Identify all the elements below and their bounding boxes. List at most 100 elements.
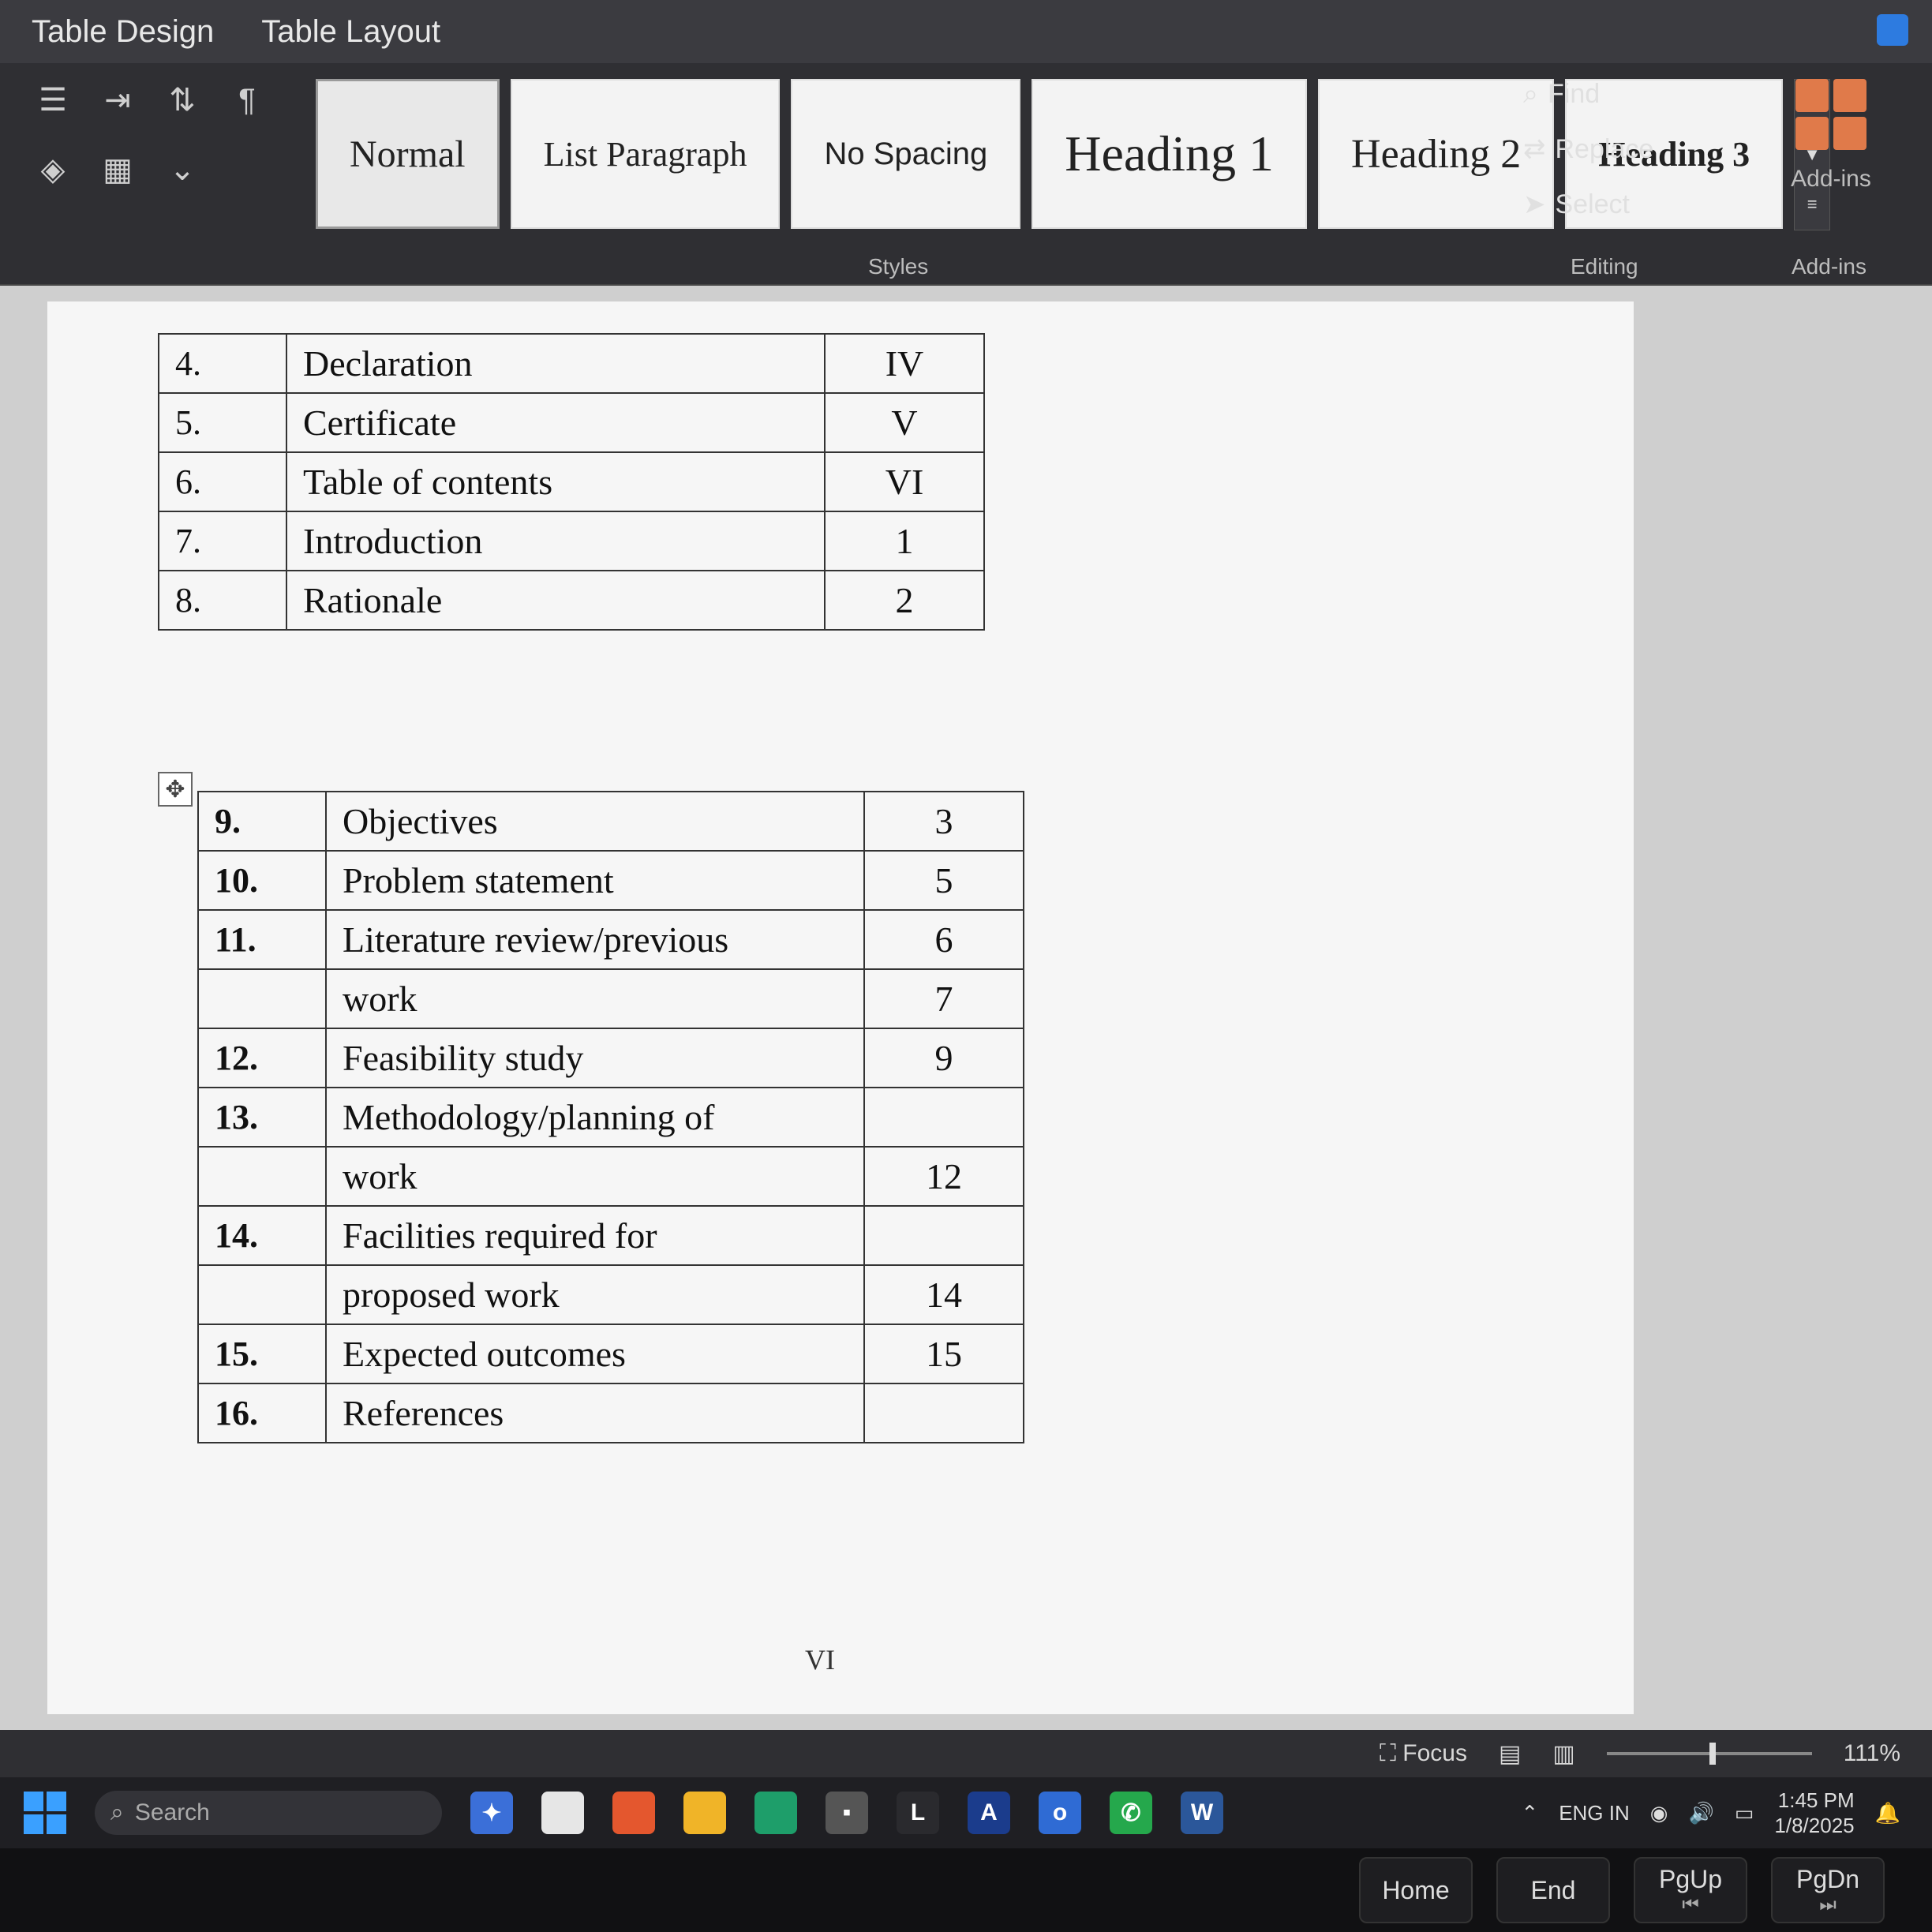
contents-table-1[interactable]: 4. Declaration IV 5. Certificate V 6. Table of … (158, 333, 985, 631)
row-number[interactable] (197, 968, 327, 1029)
pilcrow-icon[interactable]: ¶ (226, 79, 268, 122)
addins-icon[interactable] (1795, 79, 1866, 150)
row-number[interactable]: 16. (197, 1383, 327, 1443)
row-number[interactable]: 6. (158, 451, 287, 512)
row-page[interactable] (863, 1383, 1024, 1443)
chevron-down-icon[interactable]: ⌄ (161, 148, 204, 191)
table-row[interactable]: 4. Declaration IV (158, 333, 985, 394)
zoom-thumb[interactable] (1709, 1743, 1716, 1765)
notification-icon[interactable]: 🔔 (1875, 1801, 1900, 1825)
row-title[interactable]: proposed work (325, 1264, 865, 1325)
tab-table-design[interactable]: Table Design (32, 14, 214, 50)
row-number[interactable] (197, 1146, 327, 1207)
row-title[interactable]: Rationale (286, 570, 826, 631)
table-row[interactable]: 8. Rationale 2 (158, 570, 985, 631)
table-row[interactable]: 6. Table of contents VI (158, 451, 985, 512)
pgup-key[interactable]: PgUp ⏮ (1634, 1857, 1747, 1923)
row-page[interactable]: VI (824, 451, 985, 512)
zoom-level[interactable]: 111% (1844, 1740, 1900, 1767)
print-layout-icon[interactable]: ▤ (1499, 1740, 1521, 1768)
indent-icon[interactable]: ⇥ (96, 79, 139, 122)
windows-start-icon[interactable] (24, 1792, 66, 1834)
bullets-icon[interactable]: ☰ (32, 79, 74, 122)
table-row[interactable]: proposed work 14 (197, 1264, 1024, 1325)
row-page[interactable]: 6 (863, 909, 1024, 970)
row-page[interactable]: V (824, 392, 985, 453)
table-row[interactable]: 7. Introduction 1 (158, 511, 985, 571)
volume-icon[interactable]: 🔊 (1688, 1801, 1713, 1825)
sort-icon[interactable]: ⇅ (161, 79, 204, 122)
file-explorer-icon[interactable] (683, 1792, 726, 1834)
row-title[interactable]: Literature review/previous (325, 909, 865, 970)
row-title[interactable]: Objectives (325, 791, 865, 852)
word-icon[interactable]: W (1181, 1792, 1223, 1834)
row-page[interactable]: 7 (863, 968, 1024, 1029)
table-row[interactable]: 12. Feasibility study 9 (197, 1028, 1024, 1088)
whatsapp-icon[interactable]: ✆ (1110, 1792, 1152, 1834)
row-page[interactable]: IV (824, 333, 985, 394)
table-row[interactable]: 14. Facilities required for (197, 1205, 1024, 1266)
row-title[interactable]: work (325, 968, 865, 1029)
wifi-icon[interactable]: ◉ (1650, 1801, 1668, 1825)
clock[interactable]: 1:45 PM 1/8/2025 (1774, 1788, 1854, 1838)
store-icon[interactable] (612, 1792, 655, 1834)
style-normal[interactable]: Normal (316, 79, 500, 229)
row-number[interactable]: 12. (197, 1028, 327, 1088)
table-row[interactable]: 16. References (197, 1383, 1024, 1443)
row-title[interactable]: Expected outcomes (325, 1324, 865, 1384)
row-number[interactable] (197, 1264, 327, 1325)
replace-button[interactable]: ⇄ Replace (1523, 133, 1720, 165)
task-view-icon[interactable] (541, 1792, 584, 1834)
row-number[interactable]: 8. (158, 570, 287, 631)
select-button[interactable]: ➤ Select (1523, 189, 1720, 220)
tab-table-layout[interactable]: Table Layout (261, 14, 440, 50)
battery-icon[interactable]: ▭ (1735, 1801, 1754, 1825)
row-page[interactable]: 3 (863, 791, 1024, 852)
style-heading-1[interactable]: Heading 1 (1032, 79, 1308, 229)
focus-button[interactable]: ⛶ Focus (1380, 1740, 1467, 1767)
contents-table-2[interactable]: 9. Objectives 3 10. Problem statement 5 11. Lit… (197, 791, 1024, 1443)
language-indicator[interactable]: ENG IN (1559, 1801, 1630, 1825)
row-title[interactable]: Table of contents (286, 451, 826, 512)
pgdn-key[interactable]: PgDn ⏭ (1771, 1857, 1885, 1923)
row-number[interactable]: 14. (197, 1205, 327, 1266)
home-key[interactable]: Home (1359, 1857, 1473, 1923)
edge-icon[interactable] (754, 1792, 797, 1834)
copilot-icon[interactable]: ✦ (470, 1792, 513, 1834)
row-number[interactable]: 4. (158, 333, 287, 394)
borders-icon[interactable]: ▦ (96, 148, 139, 191)
table-move-handle-icon[interactable]: ✥ (158, 772, 193, 807)
table-row[interactable]: 11. Literature review/previous 6 (197, 909, 1024, 970)
style-heading-2[interactable]: Heading 2 (1318, 79, 1555, 229)
row-number[interactable]: 11. (197, 909, 327, 970)
table-row[interactable]: 10. Problem statement 5 (197, 850, 1024, 911)
row-page[interactable]: 1 (824, 511, 985, 571)
row-page[interactable]: 15 (863, 1324, 1024, 1384)
row-title[interactable]: Facilities required for (325, 1205, 865, 1266)
web-layout-icon[interactable]: ▥ (1552, 1740, 1574, 1768)
row-title[interactable]: Problem statement (325, 850, 865, 911)
style-list-paragraph[interactable]: List Paragraph (510, 79, 781, 229)
row-title[interactable]: Introduction (286, 511, 826, 571)
row-title[interactable]: References (325, 1383, 865, 1443)
ribbon-options-button[interactable] (1877, 14, 1908, 46)
row-page[interactable]: 2 (824, 570, 985, 631)
row-page[interactable] (863, 1205, 1024, 1266)
table-row[interactable]: work 12 (197, 1146, 1024, 1207)
document-page[interactable]: 4. Declaration IV 5. Certificate V 6. Table of … (47, 301, 1634, 1714)
chevron-up-icon[interactable]: ⌃ (1521, 1801, 1538, 1825)
row-number[interactable]: 13. (197, 1087, 327, 1148)
row-page[interactable]: 9 (863, 1028, 1024, 1088)
table-row[interactable]: 9. Objectives 3 (197, 791, 1024, 852)
row-number[interactable]: 10. (197, 850, 327, 911)
taskbar-search[interactable]: ⌕ Search (95, 1791, 442, 1835)
zoom-slider[interactable] (1606, 1743, 1812, 1765)
row-page[interactable] (863, 1087, 1024, 1148)
row-number[interactable]: 9. (197, 791, 327, 852)
style-no-spacing[interactable]: No Spacing (791, 79, 1021, 229)
row-title[interactable]: Methodology/planning of (325, 1087, 865, 1148)
outlook-icon[interactable]: o (1039, 1792, 1081, 1834)
row-title[interactable]: work (325, 1146, 865, 1207)
row-number[interactable]: 15. (197, 1324, 327, 1384)
table-row[interactable]: 13. Methodology/planning of (197, 1087, 1024, 1148)
